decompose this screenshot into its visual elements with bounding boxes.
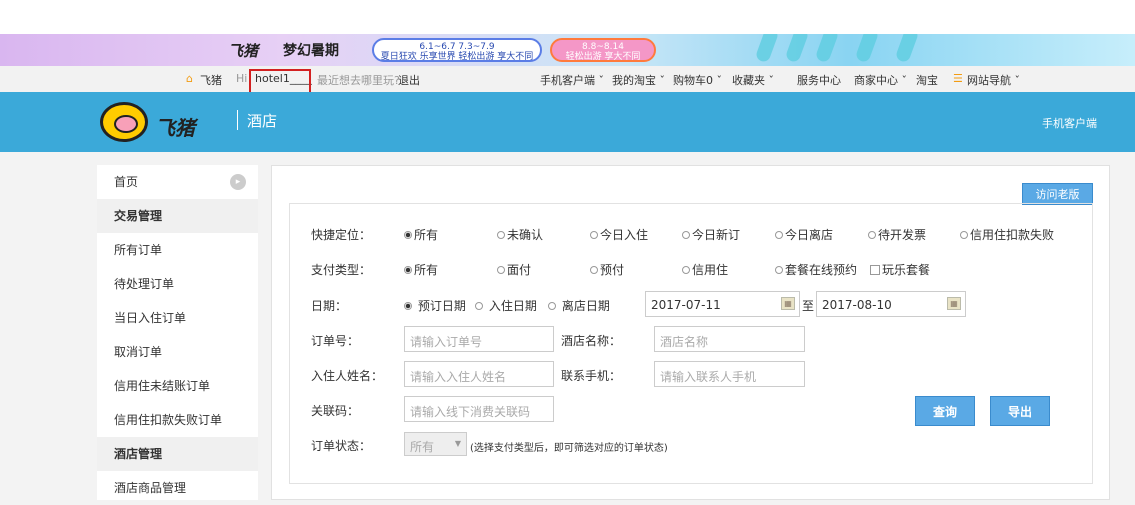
prompt-text: 最近想去哪里玩?: [317, 74, 400, 87]
order-no-input[interactable]: 请输入订单号: [404, 326, 554, 352]
promo-logo: 飞猪: [228, 42, 259, 60]
top-nav: ⌂ 飞猪 Hi hotel1____ 最近想去哪里玩? 退出 手机客户端 ˇ 我…: [0, 66, 1135, 93]
sidebar-item-home[interactable]: 首页 ▸: [97, 165, 258, 199]
status-select[interactable]: 所有 ▼: [404, 432, 467, 456]
status-label: 订单状态：: [311, 439, 372, 453]
export-button[interactable]: 导出: [990, 396, 1050, 426]
pay-check-fun-package[interactable]: 玩乐套餐: [870, 261, 930, 278]
promo-pill-1[interactable]: 6.1~6.7 7.3~7.9 夏日狂欢 乐享世界 轻松出游 享大不同: [372, 38, 542, 62]
pay-opt-prepaid[interactable]: 预付: [590, 261, 624, 278]
order-no-label: 订单号：: [311, 334, 360, 348]
promo-pill-2[interactable]: 8.8~8.14 轻松出游 享大不同: [550, 38, 656, 62]
wave-decoration: [754, 34, 780, 64]
nav-my-taobao[interactable]: 我的淘宝 ˇ: [612, 72, 665, 88]
promo-banner[interactable]: 飞猪 梦幻暑期 6.1~6.7 7.3~7.9 夏日狂欢 乐享世界 轻松出游 享…: [0, 34, 1135, 66]
quick-opt-today-new[interactable]: 今日新订: [682, 226, 740, 243]
date-opt-checkin[interactable]: 入住日期: [475, 297, 537, 314]
nav-taobao[interactable]: 淘宝: [916, 72, 938, 88]
calendar-icon[interactable]: ▦: [947, 297, 961, 310]
nav-favorites[interactable]: 收藏夹 ˇ: [732, 72, 774, 88]
top-blank: [0, 0, 1135, 34]
home-icon[interactable]: ⌂: [186, 72, 193, 85]
menu-icon: ☰: [953, 72, 963, 85]
phone-label: 联系手机：: [561, 369, 622, 383]
status-hint: (选择支付类型后，即可筛选对应的订单状态): [470, 443, 668, 454]
code-input[interactable]: 请输入线下消费关联码: [404, 396, 554, 422]
header-divider: [237, 110, 238, 130]
quick-opt-today-checkout[interactable]: 今日离店: [775, 226, 833, 243]
guest-name-input[interactable]: 请输入入住人姓名: [404, 361, 554, 387]
highlight-box: [249, 69, 311, 94]
date-opt-booking[interactable]: 预订日期: [404, 297, 466, 314]
greeting: Hi: [236, 72, 248, 85]
caret-down-icon: ▼: [454, 439, 461, 448]
quick-opt-all[interactable]: 所有: [404, 226, 438, 243]
pay-opt-all[interactable]: 所有: [404, 261, 438, 278]
brand-name[interactable]: 飞猪: [155, 112, 195, 141]
pay-opt-credit[interactable]: 信用住: [682, 261, 728, 278]
date-to-input[interactable]: 2017-08-10 ▦: [816, 291, 966, 317]
date-to-label: 至: [802, 299, 815, 313]
pay-label: 支付类型：: [311, 263, 372, 277]
nav-mobile[interactable]: 手机客户端 ˇ: [540, 72, 604, 88]
hotel-name-label: 酒店名称：: [561, 334, 622, 348]
quick-opt-invoice[interactable]: 待开发票: [868, 226, 926, 243]
quick-opt-today-checkin[interactable]: 今日入住: [590, 226, 648, 243]
quick-opt-credit-failed[interactable]: 信用住扣款失败: [960, 226, 1054, 243]
pay-opt-package[interactable]: 套餐在线预约: [775, 261, 857, 278]
pig-logo-icon[interactable]: [100, 102, 148, 142]
sidebar: 首页 ▸ 交易管理 所有订单 待处理订单 当日入住订单 取消订单 信用住未结账订单…: [97, 165, 258, 500]
mobile-client-link[interactable]: 手机客户端: [1042, 115, 1097, 131]
date-from-input[interactable]: 2017-07-11 ▦: [645, 291, 800, 317]
sidebar-item-today-checkin[interactable]: 当日入住订单: [97, 301, 258, 335]
quick-opt-unconfirmed[interactable]: 未确认: [497, 226, 543, 243]
sidebar-item-cancelled[interactable]: 取消订单: [97, 335, 258, 369]
promo-campaign: 梦幻暑期: [283, 43, 339, 59]
date-label: 日期：: [311, 299, 348, 313]
hotel-name-input[interactable]: 酒店名称: [654, 326, 805, 352]
phone-input[interactable]: 请输入联系人手机: [654, 361, 805, 387]
wave-decoration: [784, 34, 810, 64]
nav-sitemap[interactable]: 网站导航 ˇ: [967, 72, 1020, 88]
wave-decoration: [854, 34, 880, 64]
pay-opt-onsite[interactable]: 面付: [497, 261, 531, 278]
date-opt-checkout[interactable]: 离店日期: [548, 297, 610, 314]
chevron-right-icon[interactable]: ▸: [230, 174, 246, 190]
sidebar-item-all-orders[interactable]: 所有订单: [97, 233, 258, 267]
code-label: 关联码：: [311, 404, 360, 418]
wave-decoration: [894, 34, 920, 64]
wave-decoration: [814, 34, 840, 64]
sidebar-item-pending[interactable]: 待处理订单: [97, 267, 258, 301]
site-header: 飞猪 酒店 手机客户端: [0, 92, 1135, 152]
main-content: 访问老版 快捷定位： 所有 未确认 今日入住 今日新订 今日离店 待开发票 信用…: [271, 165, 1110, 500]
nav-service[interactable]: 服务中心: [797, 72, 841, 88]
section-title[interactable]: 酒店: [247, 110, 277, 131]
home-link[interactable]: 飞猪: [200, 72, 222, 88]
calendar-icon[interactable]: ▦: [781, 297, 795, 310]
logout-link[interactable]: 退出: [398, 72, 420, 88]
sidebar-group-trade: 交易管理: [97, 199, 258, 233]
search-panel: 快捷定位： 所有 未确认 今日入住 今日新订 今日离店 待开发票 信用住扣款失败…: [289, 203, 1093, 484]
quick-label: 快捷定位：: [311, 228, 372, 242]
nav-seller[interactable]: 商家中心 ˇ: [854, 72, 907, 88]
query-button[interactable]: 查询: [915, 396, 975, 426]
nav-cart[interactable]: 购物车0 ˇ: [673, 72, 722, 88]
sidebar-item-credit-unsettled[interactable]: 信用住未结账订单: [97, 369, 258, 403]
sidebar-group-hotel: 酒店管理: [97, 437, 258, 471]
guest-label: 入住人姓名：: [311, 369, 384, 383]
sidebar-item-credit-failed[interactable]: 信用住扣款失败订单: [97, 403, 258, 437]
old-version-button[interactable]: 访问老版: [1022, 183, 1093, 205]
